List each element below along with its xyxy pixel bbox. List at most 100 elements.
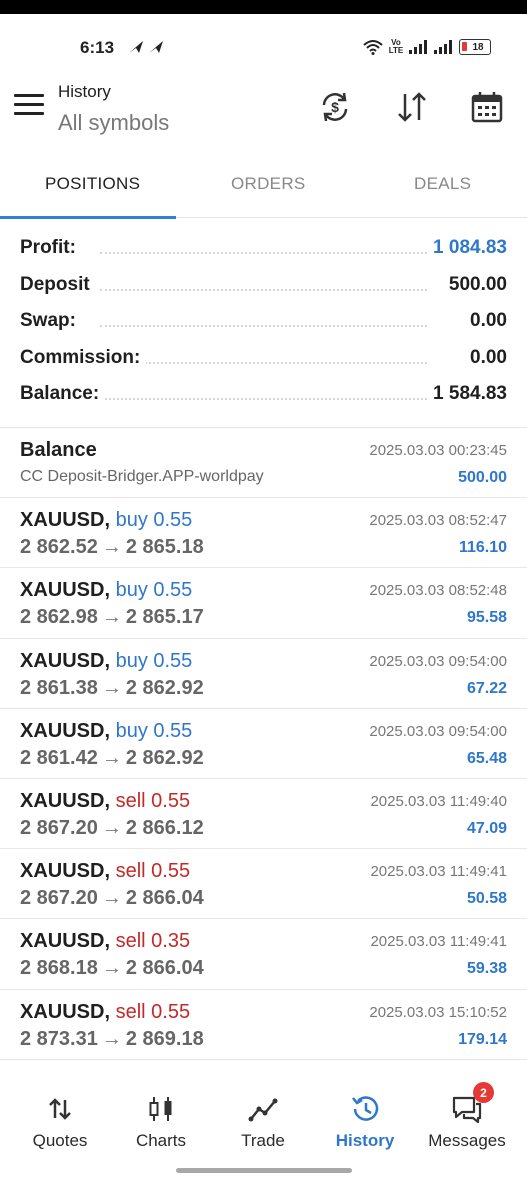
position-prices: 2 861.38 → 2 862.92	[20, 677, 204, 700]
symbol-filter[interactable]: All symbols	[58, 110, 169, 136]
summary-value: 1 584.83	[427, 383, 507, 405]
summary-label: Swap:	[20, 310, 82, 332]
open-price: 2 861.42	[20, 746, 98, 769]
status-right-icons: Vo LTE 18	[363, 39, 491, 55]
position-prices: 2 867.20 → 2 866.12	[20, 817, 204, 840]
summary-swap: Swap: 0.00	[0, 303, 527, 340]
nav-trade[interactable]: Trade	[211, 1082, 315, 1160]
history-icon	[352, 1096, 379, 1121]
arrow-icon: →	[101, 1027, 122, 1050]
position-row[interactable]: XAUUSD, sell 0.55 2 873.31 → 2 869.18 2025…	[0, 990, 527, 1060]
battery-level: 18	[472, 41, 484, 53]
tab-deals[interactable]: DEALS	[414, 174, 471, 194]
dotted-leader	[100, 288, 427, 291]
position-title: XAUUSD, sell 0.55	[20, 790, 190, 813]
position-title: XAUUSD, buy 0.55	[20, 579, 192, 602]
row-profit: 179.14	[458, 1030, 507, 1048]
volte-indicator: Vo LTE	[388, 39, 404, 55]
bottom-navigation: Quotes Charts Trade History 2 Messages	[0, 1082, 527, 1162]
nav-messages[interactable]: 2 Messages	[415, 1082, 519, 1160]
nav-label: Trade	[241, 1131, 285, 1150]
position-row[interactable]: XAUUSD, sell 0.55 2 867.20 → 2 866.12 2025…	[0, 779, 527, 850]
position-prices: 2 873.31 → 2 869.18	[20, 1028, 204, 1051]
dotted-leader	[100, 361, 427, 364]
position-title: XAUUSD, sell 0.35	[20, 930, 190, 953]
open-price: 2 862.52	[20, 536, 98, 559]
summary-deposit: Deposit 500.00	[0, 267, 527, 304]
tab-positions[interactable]: POSITIONS	[45, 174, 140, 194]
position-row[interactable]: XAUUSD, buy 0.55 2 861.38 → 2 862.92 2025.…	[0, 639, 527, 709]
position-prices: 2 862.52 → 2 865.18	[20, 536, 204, 559]
position-symbol: XAUUSD,	[20, 930, 111, 953]
summary-label: Balance:	[20, 383, 106, 405]
close-price: 2 862.92	[125, 746, 204, 769]
balance-description: CC Deposit-Bridger.APP-worldpay	[20, 468, 264, 485]
summary-value: 1 084.83	[427, 237, 507, 259]
menu-icon[interactable]	[14, 94, 44, 118]
arrow-icon: →	[101, 606, 122, 629]
summary-value: 0.00	[464, 346, 507, 369]
top-black-bar	[0, 0, 527, 14]
position-row[interactable]: XAUUSD, buy 0.55 2 862.98 → 2 865.17 2025.…	[0, 568, 527, 639]
active-tab-indicator	[0, 216, 176, 219]
refresh-dollar-icon[interactable]: $	[318, 90, 352, 124]
position-row[interactable]: XAUUSD, buy 0.55 2 862.52 → 2 865.18 2025.…	[0, 498, 527, 569]
trade-icon	[248, 1098, 278, 1122]
arrow-icon: →	[101, 746, 122, 769]
calendar-icon[interactable]	[470, 90, 504, 124]
position-row[interactable]: XAUUSD, sell 0.35 2 868.18 → 2 866.04 2025…	[0, 919, 527, 990]
position-title: XAUUSD, buy 0.55	[20, 650, 192, 673]
row-profit: 47.09	[466, 819, 507, 837]
position-title: XAUUSD, buy 0.55	[20, 720, 192, 743]
signal-icon	[434, 40, 452, 54]
position-direction: buy 0.55	[115, 649, 193, 672]
close-price: 2 869.18	[125, 1027, 204, 1050]
signal-icon	[409, 40, 427, 54]
unread-badge: 2	[473, 1082, 494, 1103]
position-symbol: XAUUSD,	[20, 649, 111, 672]
position-symbol: XAUUSD,	[20, 1000, 111, 1023]
svg-text:$: $	[331, 99, 339, 115]
nav-label: Charts	[135, 1131, 187, 1150]
nav-quotes[interactable]: Quotes	[8, 1082, 112, 1160]
row-time: 2025.03.03 11:49:40	[370, 792, 507, 810]
row-time: 2025.03.03 11:49:41	[370, 933, 507, 951]
position-prices: 2 867.20 → 2 866.04	[20, 887, 204, 910]
open-price: 2 862.98	[20, 606, 98, 629]
quotes-icon	[49, 1098, 71, 1120]
balance-row[interactable]: Balance CC Deposit-Bridger.APP-worldpay …	[0, 428, 527, 499]
status-bar: 6:13 Vo LTE 18	[0, 30, 527, 66]
row-profit: 59.38	[466, 960, 507, 978]
nav-label: Quotes	[32, 1131, 88, 1150]
position-symbol: XAUUSD,	[20, 579, 111, 602]
send-icon	[149, 41, 163, 53]
row-profit: 65.48	[466, 749, 507, 767]
sort-icon[interactable]	[395, 90, 429, 124]
position-symbol: XAUUSD,	[20, 789, 111, 812]
dotted-leader	[100, 252, 427, 254]
position-direction: buy 0.55	[115, 579, 193, 602]
row-time: 2025.03.03 15:10:52	[369, 1003, 507, 1021]
home-indicator[interactable]	[176, 1168, 352, 1173]
row-time: 2025.03.03 08:52:48	[369, 582, 507, 600]
volte-bottom: LTE	[388, 46, 404, 55]
close-price: 2 862.92	[125, 676, 204, 699]
open-price: 2 867.20	[20, 887, 98, 910]
close-price: 2 865.17	[125, 606, 204, 629]
nav-charts[interactable]: Charts	[109, 1082, 213, 1160]
status-notification-icons	[128, 39, 164, 55]
wifi-icon	[363, 40, 383, 55]
summary-commission: Commission: 0.00	[0, 340, 527, 377]
position-direction: sell 0.55	[115, 1000, 191, 1023]
close-price: 2 866.04	[125, 957, 204, 980]
tab-orders[interactable]: ORDERS	[231, 174, 306, 194]
close-price: 2 866.12	[125, 816, 204, 839]
nav-history[interactable]: History	[313, 1082, 417, 1160]
position-row[interactable]: XAUUSD, buy 0.55 2 861.42 → 2 862.92 2025.…	[0, 709, 527, 779]
charts-icon	[149, 1097, 172, 1121]
battery-icon: 18	[459, 39, 491, 55]
position-row[interactable]: XAUUSD, sell 0.55 2 867.20 → 2 866.04 2025…	[0, 849, 527, 920]
page-title: History	[58, 82, 111, 101]
summary-label: Commission:	[20, 346, 147, 369]
app-bar: History All symbols $	[0, 76, 527, 146]
